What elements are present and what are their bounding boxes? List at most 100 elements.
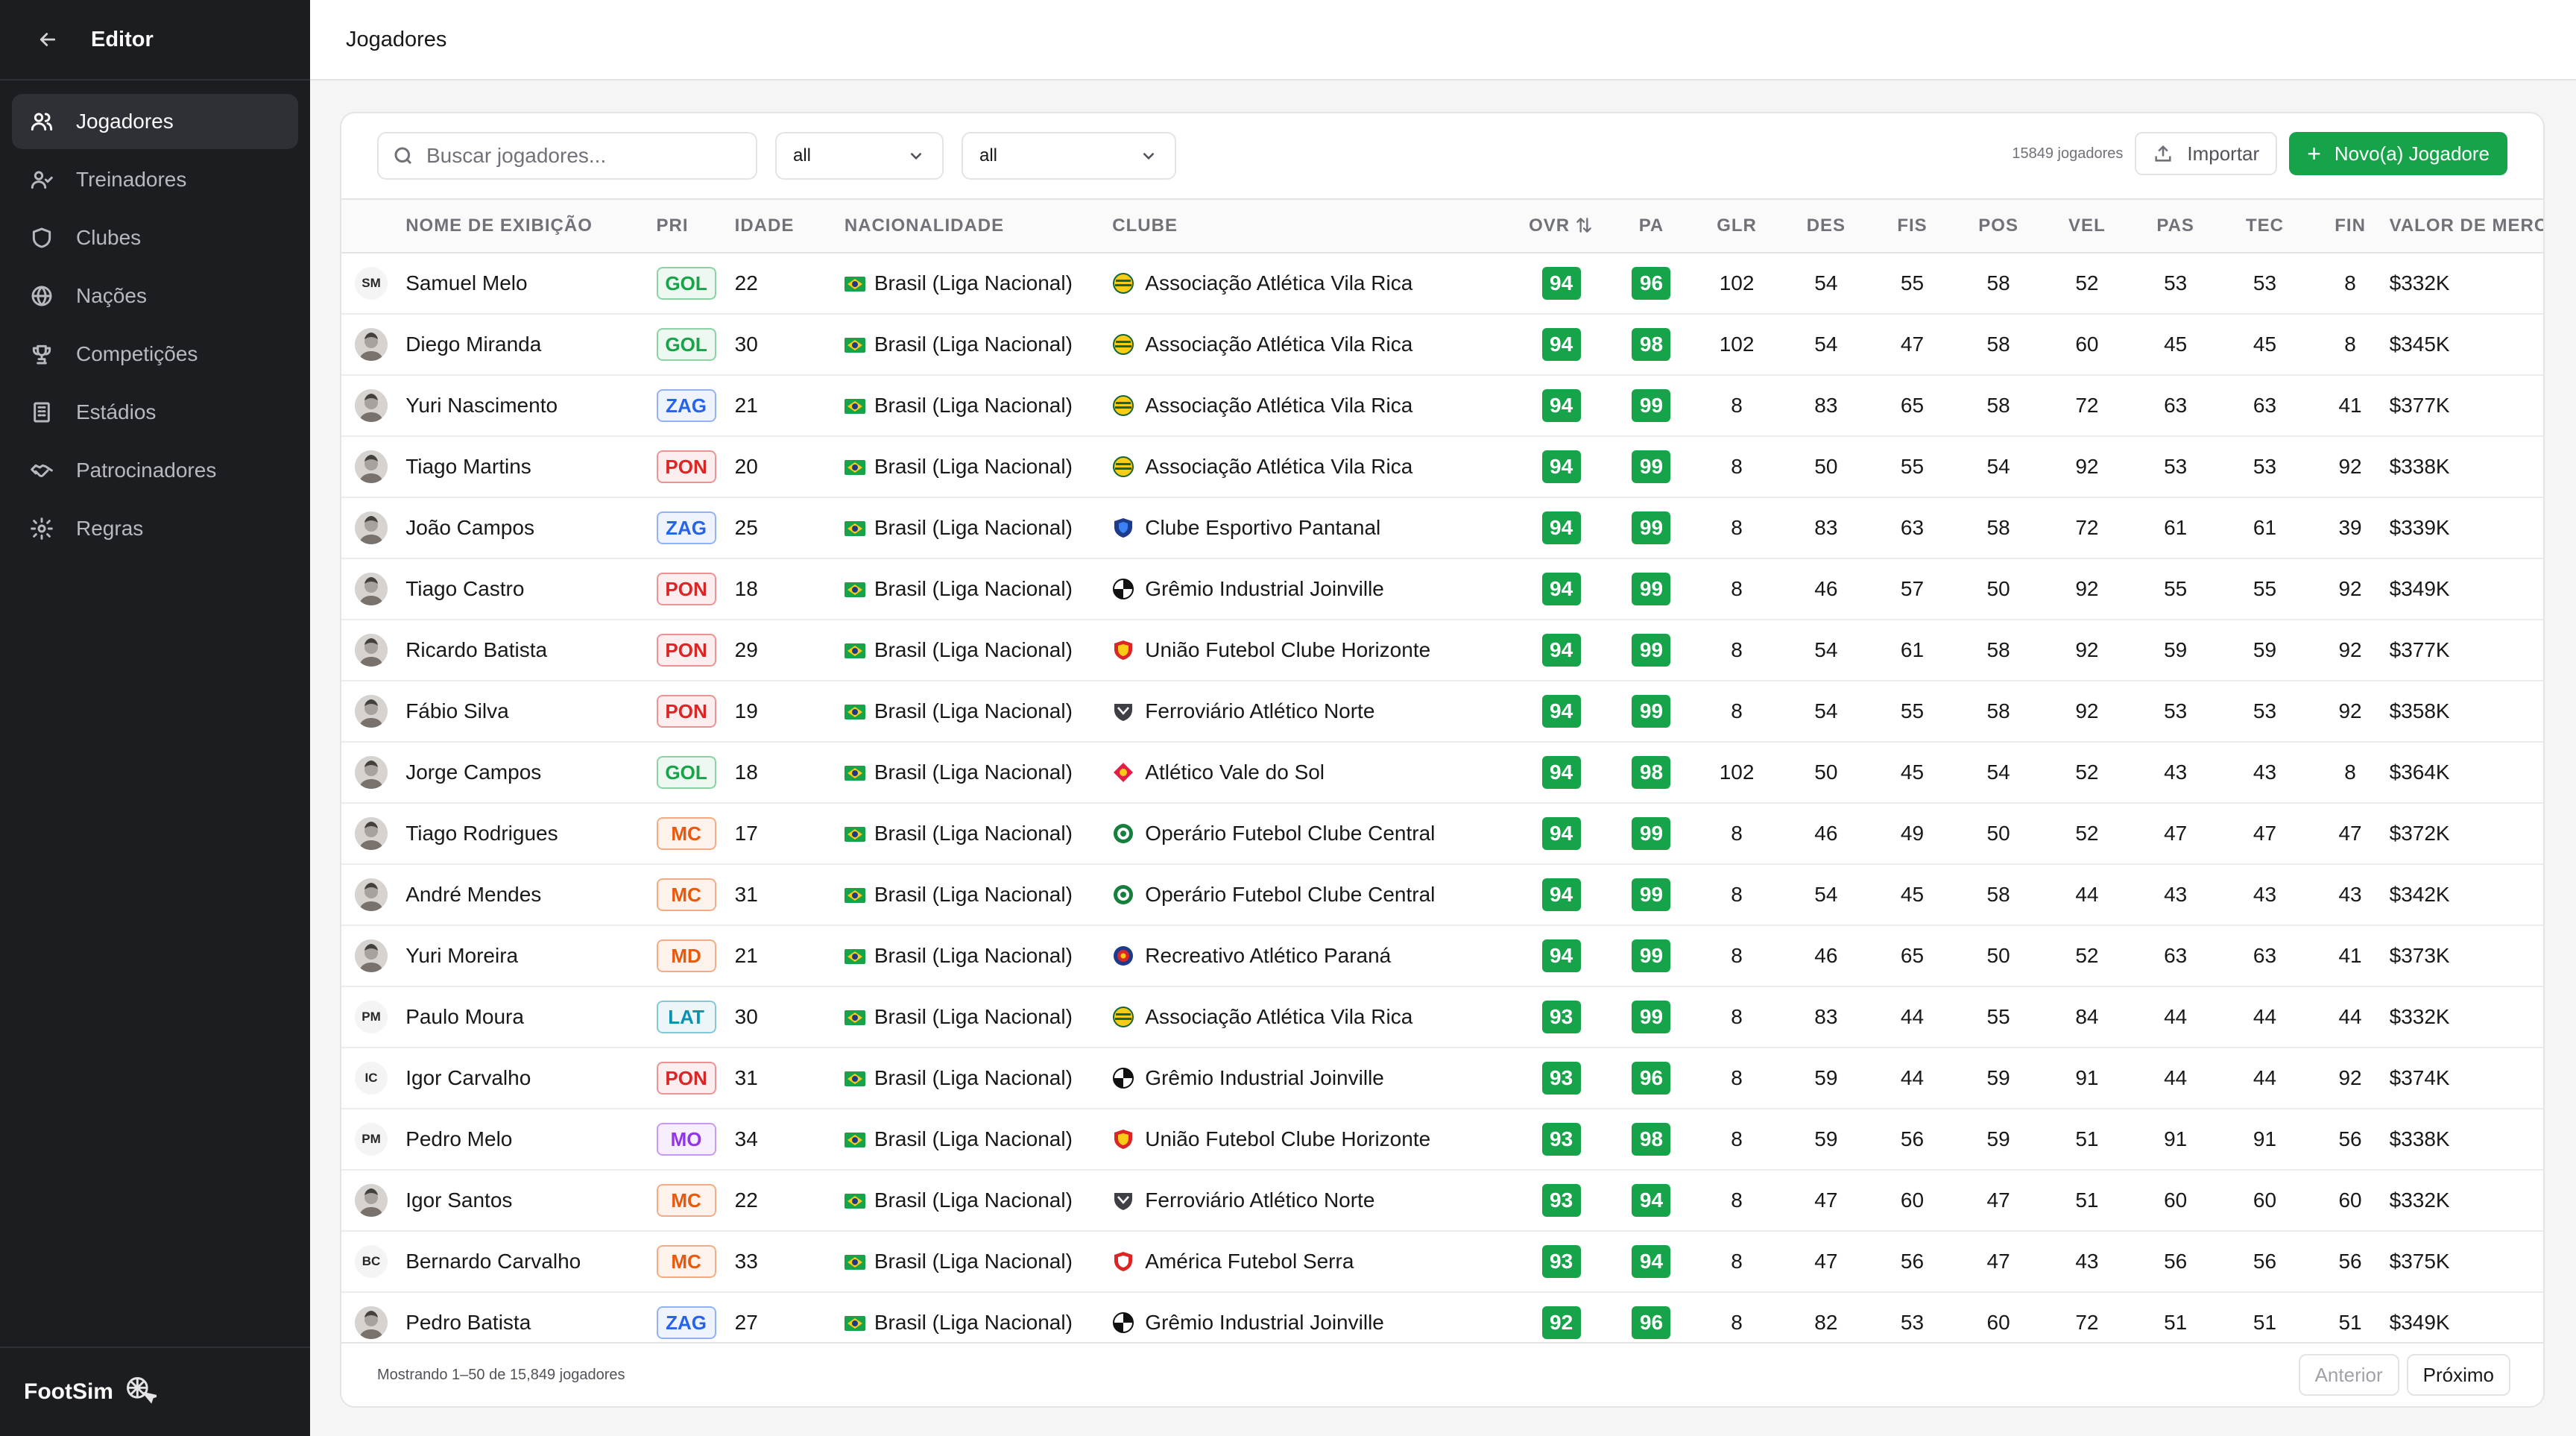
column-header[interactable]: FIS [1869, 199, 1956, 253]
sidebar-item-clubes[interactable]: Clubes [12, 210, 298, 265]
sidebar-item-regras[interactable]: Regras [12, 501, 298, 556]
sidebar-item-patrocinadores[interactable]: Patrocinadores [12, 443, 298, 498]
back-arrow-icon[interactable] [34, 26, 61, 53]
stat-pas: 61 [2164, 516, 2188, 539]
avatar [355, 328, 388, 361]
prev-page-button[interactable]: Anterior [2298, 1354, 2399, 1396]
filter-select-2[interactable]: all [962, 132, 1176, 180]
column-header[interactable]: PA [1612, 199, 1690, 253]
ovr-badge: 94 [1541, 817, 1581, 850]
column-header[interactable]: GLR [1690, 199, 1783, 253]
sort-icon[interactable] [1570, 215, 1594, 236]
table-row[interactable]: Diego Miranda GOL 30 Brasil (Liga Nacional)… [341, 314, 2543, 375]
market-value: $345K [2389, 333, 2450, 356]
player-name: Diego Miranda [405, 333, 542, 356]
table-row[interactable]: João Campos ZAG 25 Brasil (Liga Nacional) Cl… [341, 497, 2543, 558]
column-header[interactable]: FIN [2311, 199, 2390, 253]
stat-fis: 65 [1900, 394, 1925, 417]
ovr-badge: 93 [1541, 1062, 1581, 1095]
table-row[interactable]: SM Samuel Melo GOL 22 Brasil (Liga Nacional)… [341, 253, 2543, 314]
column-header[interactable]: NOME DE EXIBIÇÃO [405, 199, 656, 253]
player-name: Tiago Rodrigues [405, 822, 558, 845]
column-header[interactable]: TEC [2218, 199, 2311, 253]
pa-badge: 96 [1632, 267, 1671, 300]
table-row[interactable]: PM Paulo Moura LAT 30 Brasil (Liga Nacional)… [341, 986, 2543, 1048]
table-row[interactable]: Tiago Martins PON 20 Brasil (Liga Nacional)… [341, 436, 2543, 497]
table-row[interactable]: Yuri Moreira MD 21 Brasil (Liga Nacional) Re… [341, 925, 2543, 986]
column-header[interactable]: OVR [1510, 199, 1612, 253]
pa-cell: 99 [1612, 681, 1690, 742]
table-row[interactable]: PM Pedro Melo MO 34 Brasil (Liga Nacional) Un… [341, 1109, 2543, 1170]
market-value: $358K [2389, 699, 2450, 722]
column-header[interactable]: DES [1783, 199, 1869, 253]
table-row[interactable]: Igor Santos MC 22 Brasil (Liga Nacional) Fer… [341, 1170, 2543, 1231]
chevron-down-icon [910, 152, 922, 160]
age-cell: 33 [734, 1250, 758, 1273]
avatar: PM [355, 1001, 388, 1033]
filter-select-2-value: all [979, 145, 998, 166]
club-cell: América Futebol Serra [1112, 1231, 1510, 1292]
pa-cell: 99 [1612, 375, 1690, 436]
position-badge: ZAG [656, 1306, 716, 1339]
column-header[interactable]: PAS [2133, 199, 2219, 253]
stat-posv: 50 [1986, 822, 2010, 845]
ovr-cell: 93 [1510, 1109, 1612, 1170]
pa-badge: 99 [1632, 1001, 1671, 1033]
table-row[interactable]: Fábio Silva PON 19 Brasil (Liga Nacional) Fe… [341, 681, 2543, 742]
table-row[interactable]: Tiago Castro PON 18 Brasil (Liga Nacional) G… [341, 558, 2543, 620]
position-badge: MC [656, 1245, 716, 1278]
column-header[interactable]: VALOR DE MERCADO [2390, 199, 2543, 253]
stat-des: 46 [1814, 822, 1838, 845]
stat-des: 83 [1814, 394, 1838, 417]
column-header[interactable]: CLUBE [1112, 199, 1510, 253]
filter-select-1[interactable]: all [775, 132, 944, 180]
stat-posv: 55 [1986, 1005, 2010, 1028]
pa-cell: 99 [1612, 986, 1690, 1048]
ovr-cell: 94 [1510, 925, 1612, 986]
club-crest-icon [1112, 577, 1145, 600]
sidebar-footer: FootSim [0, 1347, 310, 1436]
pa-badge: 99 [1632, 939, 1671, 972]
stat-vel: 84 [2075, 1005, 2099, 1028]
ovr-cell: 94 [1510, 314, 1612, 375]
table-row[interactable]: André Mendes MC 31 Brasil (Liga Nacional) Op… [341, 864, 2543, 925]
table-row[interactable]: Ricardo Batista PON 29 Brasil (Liga Naciona… [341, 620, 2543, 681]
stat-vel: 60 [2075, 333, 2099, 356]
column-header[interactable]: PRI [657, 199, 735, 253]
age-cell: 18 [734, 577, 758, 600]
stat-pas: 91 [2164, 1127, 2188, 1150]
stat-glr: 8 [1731, 1127, 1743, 1150]
table-row[interactable]: IC Igor Carvalho PON 31 Brasil (Liga Naciona… [341, 1048, 2543, 1109]
column-header[interactable]: VEL [2042, 199, 2133, 253]
sidebar-nav: Jogadores Treinadores Clubes Nações Competiç… [0, 81, 310, 1347]
next-page-button[interactable]: Próximo [2406, 1354, 2510, 1396]
sidebar-item-competicoes[interactable]: Competições [12, 327, 298, 382]
ovr-badge: 93 [1541, 1123, 1581, 1156]
sidebar-item-treinadores[interactable]: Treinadores [12, 152, 298, 207]
table-row[interactable]: Jorge Campos GOL 18 Brasil (Liga Nacional) A… [341, 742, 2543, 803]
sidebar-item-estadios[interactable]: Estádios [12, 385, 298, 440]
club-cell: Associação Atlética Vila Rica [1112, 375, 1510, 436]
search-box[interactable] [377, 132, 757, 180]
table-row[interactable]: Tiago Rodrigues MC 17 Brasil (Liga Nacional… [341, 803, 2543, 864]
column-header[interactable] [341, 199, 405, 253]
sidebar-item-jogadores[interactable]: Jogadores [12, 94, 298, 149]
new-player-button[interactable]: + Novo(a) Jogadore [2289, 132, 2507, 175]
search-input[interactable] [426, 144, 739, 168]
stat-tec: 60 [2253, 1188, 2277, 1212]
market-value: $338K [2389, 455, 2450, 478]
pa-badge: 99 [1632, 695, 1671, 728]
column-header[interactable]: IDADE [735, 199, 845, 253]
table-row[interactable]: BC Bernardo Carvalho MC 33 Brasil (Liga Naci… [341, 1231, 2543, 1292]
import-button[interactable]: Importar [2135, 132, 2278, 175]
column-header[interactable]: NACIONALIDADE [845, 199, 1112, 253]
ovr-badge: 94 [1541, 389, 1581, 422]
sidebar-item-nacoes[interactable]: Nações [12, 268, 298, 324]
upload-icon [2155, 145, 2171, 162]
pa-badge: 98 [1632, 756, 1671, 789]
stat-fis: 65 [1900, 944, 1925, 967]
column-header[interactable]: POS [1955, 199, 2042, 253]
stat-des: 46 [1814, 944, 1838, 967]
table-row[interactable]: Yuri Nascimento ZAG 21 Brasil (Liga Naciona… [341, 375, 2543, 436]
position-cell: MC [656, 1231, 735, 1292]
